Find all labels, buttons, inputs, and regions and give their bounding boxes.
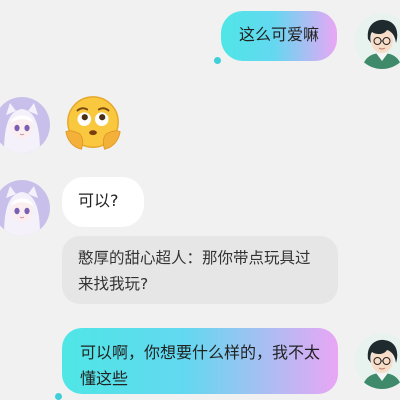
sent-message-bubble[interactable]: 这么可爱嘛 [221, 11, 337, 61]
message-text: 这么可爱嘛 [239, 25, 320, 44]
boy-avatar-icon [354, 13, 400, 69]
anime-girl-avatar-icon [0, 180, 50, 236]
quoted-text: 憨厚的甜心超人：那你带点玩具过来找我玩? [78, 249, 311, 293]
chat-view: 这么可爱嘛 可以? 憨厚的甜心超人：那你带点玩具过来找我玩? 可以啊，你想要什么… [0, 0, 400, 400]
sent-message-bubble[interactable]: 可以啊，你想要什么样的，我不太懂这些 [62, 328, 338, 394]
message-text: 可以? [78, 191, 119, 210]
unread-dot [214, 57, 221, 64]
received-message-bubble[interactable]: 可以? [62, 177, 144, 227]
boy-avatar[interactable] [354, 333, 400, 389]
anime-girl-avatar-icon [0, 97, 50, 153]
boy-avatar[interactable] [354, 13, 400, 69]
quoted-message[interactable]: 憨厚的甜心超人：那你带点玩具过来找我玩? [62, 236, 338, 304]
boy-avatar-icon [354, 333, 400, 389]
pleading-face-emoji[interactable] [62, 93, 124, 155]
anime-girl-avatar[interactable] [0, 97, 50, 153]
unread-dot [55, 393, 62, 400]
pleading-face-emoji-icon [65, 96, 121, 150]
anime-girl-avatar[interactable] [0, 180, 50, 236]
message-text: 可以啊，你想要什么样的，我不太懂这些 [80, 343, 321, 388]
